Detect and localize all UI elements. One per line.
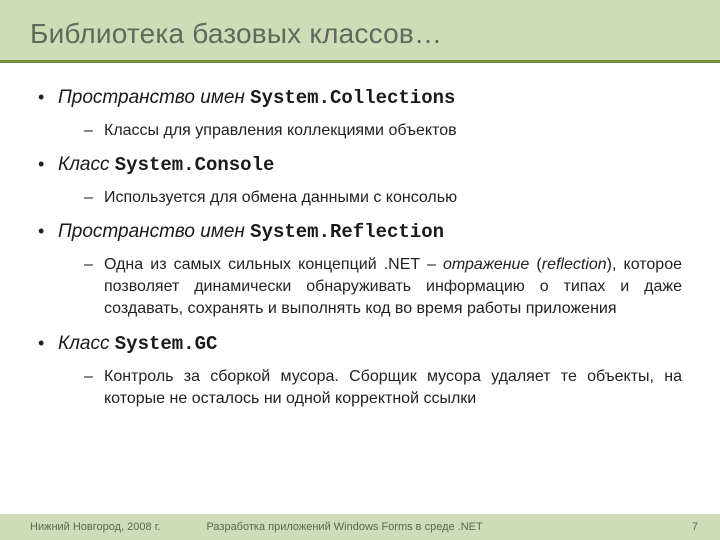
content-area: • Пространство имен System.Collections –… (0, 63, 720, 410)
sub-list: – Используется для обмена данными с конс… (84, 187, 682, 209)
page-title: Библиотека базовых классов… (30, 18, 696, 50)
sub-list: – Одна из самых сильных концепций .NET –… (84, 254, 682, 321)
sub-item-italic: отражение (443, 256, 529, 273)
sub-item-seg: Одна из самых сильных концепций .NET – (104, 256, 443, 273)
bullet-icon: • (38, 334, 58, 352)
dash-icon: – (84, 189, 104, 207)
sub-list: – Контроль за сборкой мусора. Сборщик му… (84, 366, 682, 411)
item-prefix: Пространство имен (58, 87, 250, 108)
item-mono: System.GC (115, 333, 218, 355)
sub-item-text: Классы для управления коллекциями объект… (104, 120, 457, 142)
item-mono: System.Collections (250, 87, 455, 109)
footer-bar: Нижний Новгород, 2008 г. Разработка прил… (0, 514, 720, 540)
sub-list-item: – Одна из самых сильных концепций .NET –… (84, 254, 682, 321)
bullet-icon: • (38, 155, 58, 173)
sub-list-item: – Используется для обмена данными с конс… (84, 187, 682, 209)
sub-item-text: Одна из самых сильных концепций .NET – о… (104, 254, 682, 321)
sub-item-text: Контроль за сборкой мусора. Сборщик мусо… (104, 366, 682, 411)
list-item-text: Класс System.Console (58, 152, 274, 179)
list-item-text: Класс System.GC (58, 331, 217, 358)
dash-icon: – (84, 368, 104, 386)
sub-list-item: – Классы для управления коллекциями объе… (84, 120, 682, 142)
sub-item-text: Используется для обмена данными с консол… (104, 187, 457, 209)
dash-icon: – (84, 122, 104, 140)
list-item-text: Пространство имен System.Collections (58, 85, 455, 112)
bullet-list: • Пространство имен System.Collections –… (38, 85, 682, 410)
page-number: 7 (692, 521, 698, 533)
list-item: • Пространство имен System.Reflection – … (38, 219, 682, 321)
footer-left: Нижний Новгород, 2008 г. (30, 521, 160, 533)
item-prefix: Пространство имен (58, 221, 250, 242)
sub-list-item: – Контроль за сборкой мусора. Сборщик му… (84, 366, 682, 411)
list-item: • Класс System.Console – Используется дл… (38, 152, 682, 209)
dash-icon: – (84, 256, 104, 274)
item-mono: System.Console (115, 154, 275, 176)
item-mono: System.Reflection (250, 221, 444, 243)
sub-item-seg: ( (529, 256, 541, 273)
item-prefix: Класс (58, 154, 115, 175)
item-prefix: Класс (58, 333, 115, 354)
list-item: • Класс System.GC – Контроль за сборкой … (38, 331, 682, 410)
bullet-icon: • (38, 88, 58, 106)
sub-list: – Классы для управления коллекциями объе… (84, 120, 682, 142)
title-bar: Библиотека базовых классов… (0, 0, 720, 63)
sub-item-italic: reflection (542, 256, 607, 273)
bullet-icon: • (38, 222, 58, 240)
footer-center: Разработка приложений Windows Forms в ср… (206, 521, 691, 533)
list-item-text: Пространство имен System.Reflection (58, 219, 444, 246)
list-item: • Пространство имен System.Collections –… (38, 85, 682, 142)
